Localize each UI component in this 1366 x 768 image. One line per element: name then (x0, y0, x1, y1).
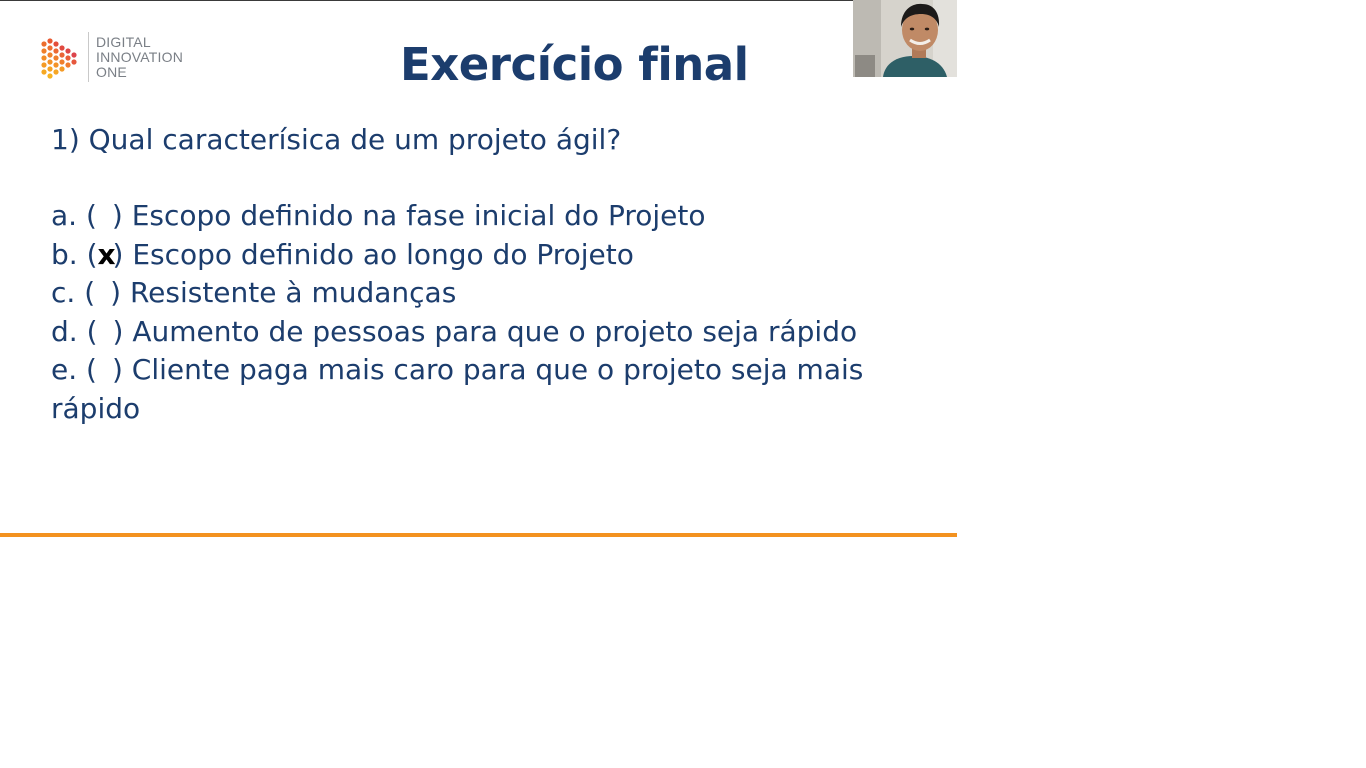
webcam-image (853, 0, 957, 77)
question-text: 1) Qual caracterísica de um projeto ágil… (51, 123, 622, 156)
option-prefix: b. ( (51, 237, 98, 271)
logo-divider (88, 32, 89, 82)
answer-option-c: c. ( ) Resistente à mudanças (51, 274, 911, 313)
option-prefix: a. ( (51, 199, 97, 232)
answer-option-a: a. ( ) Escopo definido na fase inicial do… (51, 197, 911, 236)
presentation-slide: DIGITAL INNOVATION ONE Exercício final 1… (0, 0, 957, 540)
answer-options: a. ( ) Escopo definido na fase inicial do… (51, 197, 911, 428)
option-text: ) Aumento de pessoas para que o projeto … (112, 314, 858, 348)
logo-line: ONE (96, 63, 127, 80)
presenter-webcam (853, 0, 957, 77)
option-prefix: d. ( (51, 314, 98, 348)
option-text: ) Escopo definido na fase inicial do Pro… (111, 199, 706, 232)
slide-title: Exercício final (400, 38, 749, 91)
logo-wordmark: DIGITAL INNOVATION ONE (96, 33, 184, 80)
answer-option-b: b. (x) Escopo definido ao longo do Proje… (51, 236, 911, 275)
option-text: ) Resistente à mudanças (110, 276, 457, 309)
option-text: ) Cliente paga mais caro para que o proj… (51, 353, 864, 425)
option-prefix: c. ( (51, 276, 96, 309)
quiz-content: 1) Qual caracterísica de um projeto ágil… (51, 120, 911, 428)
logo-line: DIGITAL (96, 33, 151, 50)
accent-divider-line (0, 533, 957, 537)
option-checkbox: x (98, 236, 116, 275)
top-border (0, 0, 957, 1)
brand-logo: DIGITAL INNOVATION ONE (40, 32, 183, 82)
answer-option-e: e. () Cliente paga mais caro para que o … (51, 351, 911, 428)
option-prefix: e. ( (51, 353, 97, 386)
digital-innovation-one-logo-icon (41, 38, 77, 79)
answer-option-d: d. ( ) Aumento de pessoas para que o proj… (51, 313, 911, 352)
option-text: ) Escopo definido ao longo do Projeto (112, 237, 634, 271)
logo-line: INNOVATION (96, 48, 184, 65)
